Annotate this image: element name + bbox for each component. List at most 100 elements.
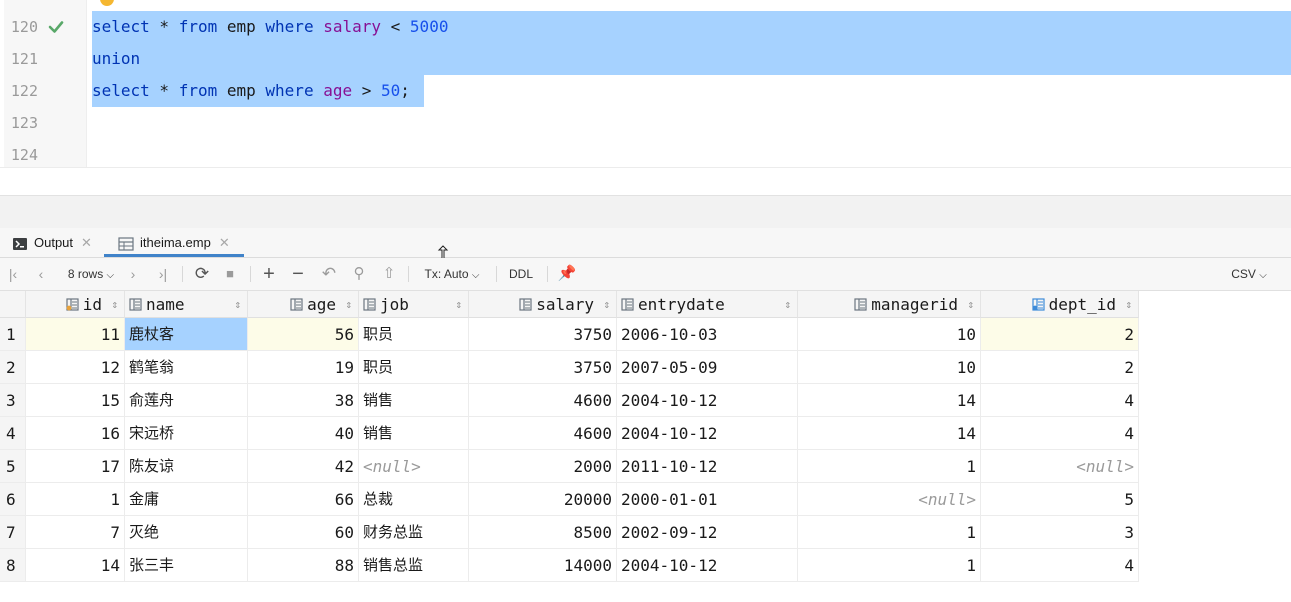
row-number[interactable]: 2: [0, 351, 26, 384]
stop-icon[interactable]: ■: [220, 258, 240, 290]
sort-icon[interactable]: ⇕: [784, 291, 791, 318]
row-number[interactable]: 1: [0, 318, 26, 351]
cell-salary[interactable]: 3750: [469, 351, 617, 384]
cell-name[interactable]: 鹤笔翁: [125, 351, 248, 384]
cell-managerid[interactable]: 1: [798, 549, 981, 582]
cell-managerid[interactable]: 10: [798, 351, 981, 384]
previous-page-icon[interactable]: ‹: [32, 258, 50, 290]
cell-name[interactable]: 俞莲舟: [125, 384, 248, 417]
panel-splitter[interactable]: [0, 195, 1291, 229]
cell-job[interactable]: 总裁: [359, 483, 469, 516]
revert-icon[interactable]: ↶: [318, 258, 340, 290]
pin-icon[interactable]: 📌: [556, 258, 578, 290]
code-line-121[interactable]: union: [92, 43, 140, 75]
cell-dept-id[interactable]: 4: [981, 384, 1139, 417]
cell-id[interactable]: 1: [26, 483, 125, 516]
cell-dept-id[interactable]: 5: [981, 483, 1139, 516]
cell-job[interactable]: 职员: [359, 318, 469, 351]
cell-name[interactable]: 鹿杖客: [125, 318, 248, 351]
cell-entrydate[interactable]: 2004-10-12: [617, 417, 798, 450]
cell-name[interactable]: 灭绝: [125, 516, 248, 549]
cell-managerid[interactable]: 1: [798, 450, 981, 483]
column-header-job[interactable]: job ⇕: [359, 291, 469, 318]
cell-entrydate[interactable]: 2006-10-03: [617, 318, 798, 351]
cell-id[interactable]: 12: [26, 351, 125, 384]
cell-entrydate[interactable]: 2011-10-12: [617, 450, 798, 483]
sort-icon[interactable]: ⇕: [967, 291, 974, 318]
cell-dept-id[interactable]: <null>: [981, 450, 1139, 483]
cell-managerid[interactable]: 14: [798, 384, 981, 417]
cell-entrydate[interactable]: 2007-05-09: [617, 351, 798, 384]
code-line-120[interactable]: select * from emp where salary < 5000: [92, 11, 448, 43]
cell-salary[interactable]: 2000: [469, 450, 617, 483]
transaction-mode-dropdown[interactable]: Tx: Auto ⌵: [418, 258, 486, 290]
cell-managerid[interactable]: 1: [798, 516, 981, 549]
add-row-icon[interactable]: +: [259, 258, 279, 290]
cell-age[interactable]: 56: [248, 318, 359, 351]
close-icon[interactable]: ✕: [219, 235, 230, 250]
cell-id[interactable]: 11: [26, 318, 125, 351]
cell-id[interactable]: 17: [26, 450, 125, 483]
cell-id[interactable]: 16: [26, 417, 125, 450]
cell-age[interactable]: 19: [248, 351, 359, 384]
cell-managerid[interactable]: 14: [798, 417, 981, 450]
row-number[interactable]: 7: [0, 516, 26, 549]
sort-icon[interactable]: ⇕: [345, 291, 352, 318]
cell-dept-id[interactable]: 2: [981, 318, 1139, 351]
cell-managerid[interactable]: 10: [798, 318, 981, 351]
cell-salary[interactable]: 8500: [469, 516, 617, 549]
row-number[interactable]: 4: [0, 417, 26, 450]
row-number[interactable]: 3: [0, 384, 26, 417]
cell-age[interactable]: 60: [248, 516, 359, 549]
cell-managerid[interactable]: <null>: [798, 483, 981, 516]
cell-id[interactable]: 7: [26, 516, 125, 549]
cell-salary[interactable]: 3750: [469, 318, 617, 351]
column-header-managerid[interactable]: managerid ⇕: [798, 291, 981, 318]
column-header-id[interactable]: id ⇕: [26, 291, 125, 318]
cell-entrydate[interactable]: 2004-10-12: [617, 549, 798, 582]
cell-dept-id[interactable]: 4: [981, 417, 1139, 450]
code-line-122[interactable]: select * from emp where age > 50;: [92, 75, 410, 107]
row-number[interactable]: 5: [0, 450, 26, 483]
cell-age[interactable]: 88: [248, 549, 359, 582]
cell-name[interactable]: 张三丰: [125, 549, 248, 582]
cell-salary[interactable]: 20000: [469, 483, 617, 516]
cell-job[interactable]: 销售总监: [359, 549, 469, 582]
intention-bulb-icon[interactable]: [100, 0, 114, 6]
first-page-icon[interactable]: |‹: [4, 258, 22, 290]
column-header-dept-id[interactable]: dept_id ⇕: [981, 291, 1139, 318]
cell-age[interactable]: 42: [248, 450, 359, 483]
cell-id[interactable]: 15: [26, 384, 125, 417]
sort-icon[interactable]: ⇕: [234, 291, 241, 318]
cell-entrydate[interactable]: 2004-10-12: [617, 384, 798, 417]
column-header-entrydate[interactable]: entrydate ⇕: [617, 291, 798, 318]
cell-job[interactable]: 销售: [359, 417, 469, 450]
submit-changes-icon[interactable]: ⚲: [348, 258, 370, 290]
sql-editor[interactable]: 120 121 122 123 124 select * from emp wh…: [0, 0, 1291, 196]
last-page-icon[interactable]: ›|: [152, 258, 174, 290]
sort-icon[interactable]: ⇕: [603, 291, 610, 318]
cell-name[interactable]: 陈友谅: [125, 450, 248, 483]
cell-salary[interactable]: 14000: [469, 549, 617, 582]
cell-job[interactable]: 职员: [359, 351, 469, 384]
delete-row-icon[interactable]: −: [288, 258, 308, 290]
sort-icon[interactable]: ⇕: [1125, 291, 1132, 318]
rows-count-dropdown[interactable]: 8 rows ⌵: [60, 258, 122, 290]
export-format-dropdown[interactable]: CSV ⌵: [1226, 258, 1272, 290]
cell-dept-id[interactable]: 3: [981, 516, 1139, 549]
cell-job[interactable]: <null>: [359, 450, 469, 483]
cell-age[interactable]: 40: [248, 417, 359, 450]
cell-age[interactable]: 66: [248, 483, 359, 516]
column-header-name[interactable]: name ⇕: [125, 291, 248, 318]
cell-age[interactable]: 38: [248, 384, 359, 417]
cell-job[interactable]: 销售: [359, 384, 469, 417]
cell-dept-id[interactable]: 2: [981, 351, 1139, 384]
cell-salary[interactable]: 4600: [469, 384, 617, 417]
next-page-icon[interactable]: ›: [124, 258, 142, 290]
sort-icon[interactable]: ⇕: [455, 291, 462, 318]
cell-entrydate[interactable]: 2000-01-01: [617, 483, 798, 516]
cell-entrydate[interactable]: 2002-09-12: [617, 516, 798, 549]
close-icon[interactable]: ✕: [81, 235, 92, 250]
row-number[interactable]: 6: [0, 483, 26, 516]
tab-itheima-emp[interactable]: itheima.emp ✕: [104, 228, 244, 257]
